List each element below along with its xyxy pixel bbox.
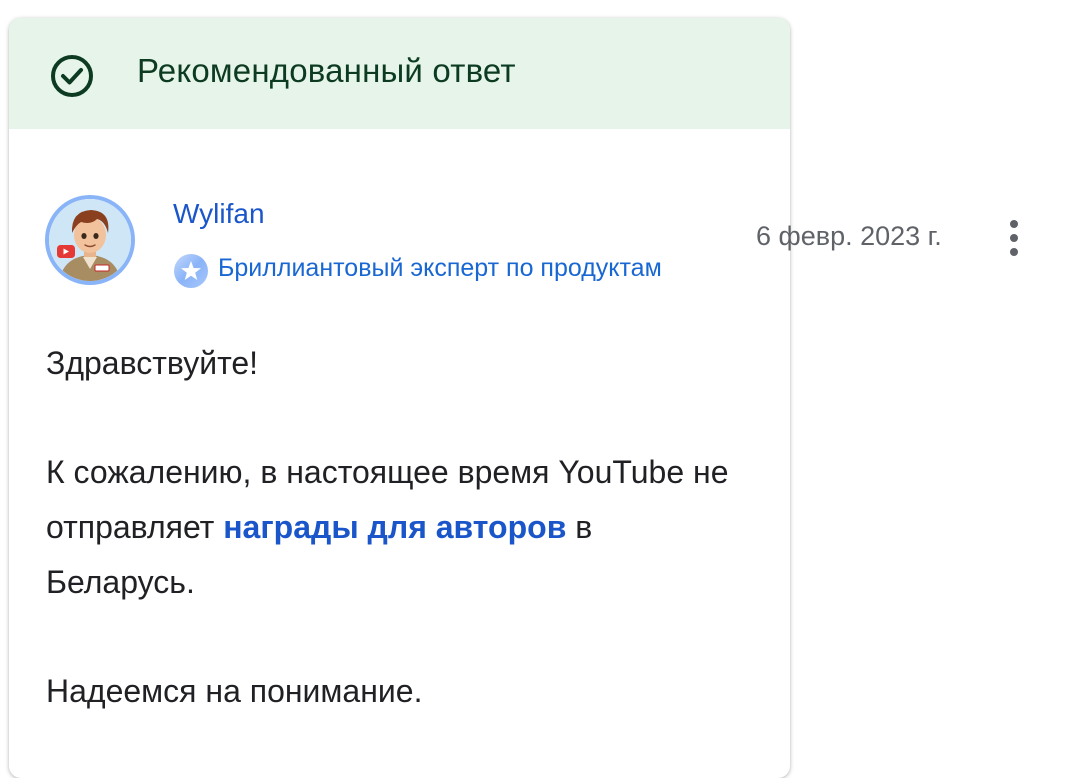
- recommended-answer-card: Рекомендованный ответ Wylifan Бриллианто…: [9, 18, 790, 778]
- author-name-link[interactable]: Wylifan: [173, 198, 265, 230]
- post-date: 6 февр. 2023 г.: [756, 221, 942, 251]
- creator-awards-link[interactable]: награды для авторов: [223, 509, 566, 545]
- more-vert-icon: [1010, 220, 1018, 228]
- header-title: Рекомендованный ответ: [137, 52, 516, 89]
- more-vert-icon-dot: [1010, 234, 1018, 242]
- post-closing: Надеемся на понимание.: [46, 673, 423, 709]
- check-circle-icon: [51, 55, 93, 97]
- post-paragraph: К сожалению, в настоящее время YouTube н…: [46, 445, 746, 610]
- post-body: Здравствуйте! К сожалению, в настоящее в…: [46, 336, 746, 719]
- post-greeting: Здравствуйте!: [46, 345, 259, 381]
- expert-badge-label: Бриллиантовый эксперт по продуктам: [218, 254, 662, 282]
- more-vert-icon-dot: [1010, 248, 1018, 256]
- diamond-expert-badge-icon: [174, 254, 208, 288]
- card-header: Рекомендованный ответ: [9, 18, 790, 129]
- more-options-button[interactable]: [996, 216, 1032, 260]
- avatar[interactable]: [45, 195, 135, 285]
